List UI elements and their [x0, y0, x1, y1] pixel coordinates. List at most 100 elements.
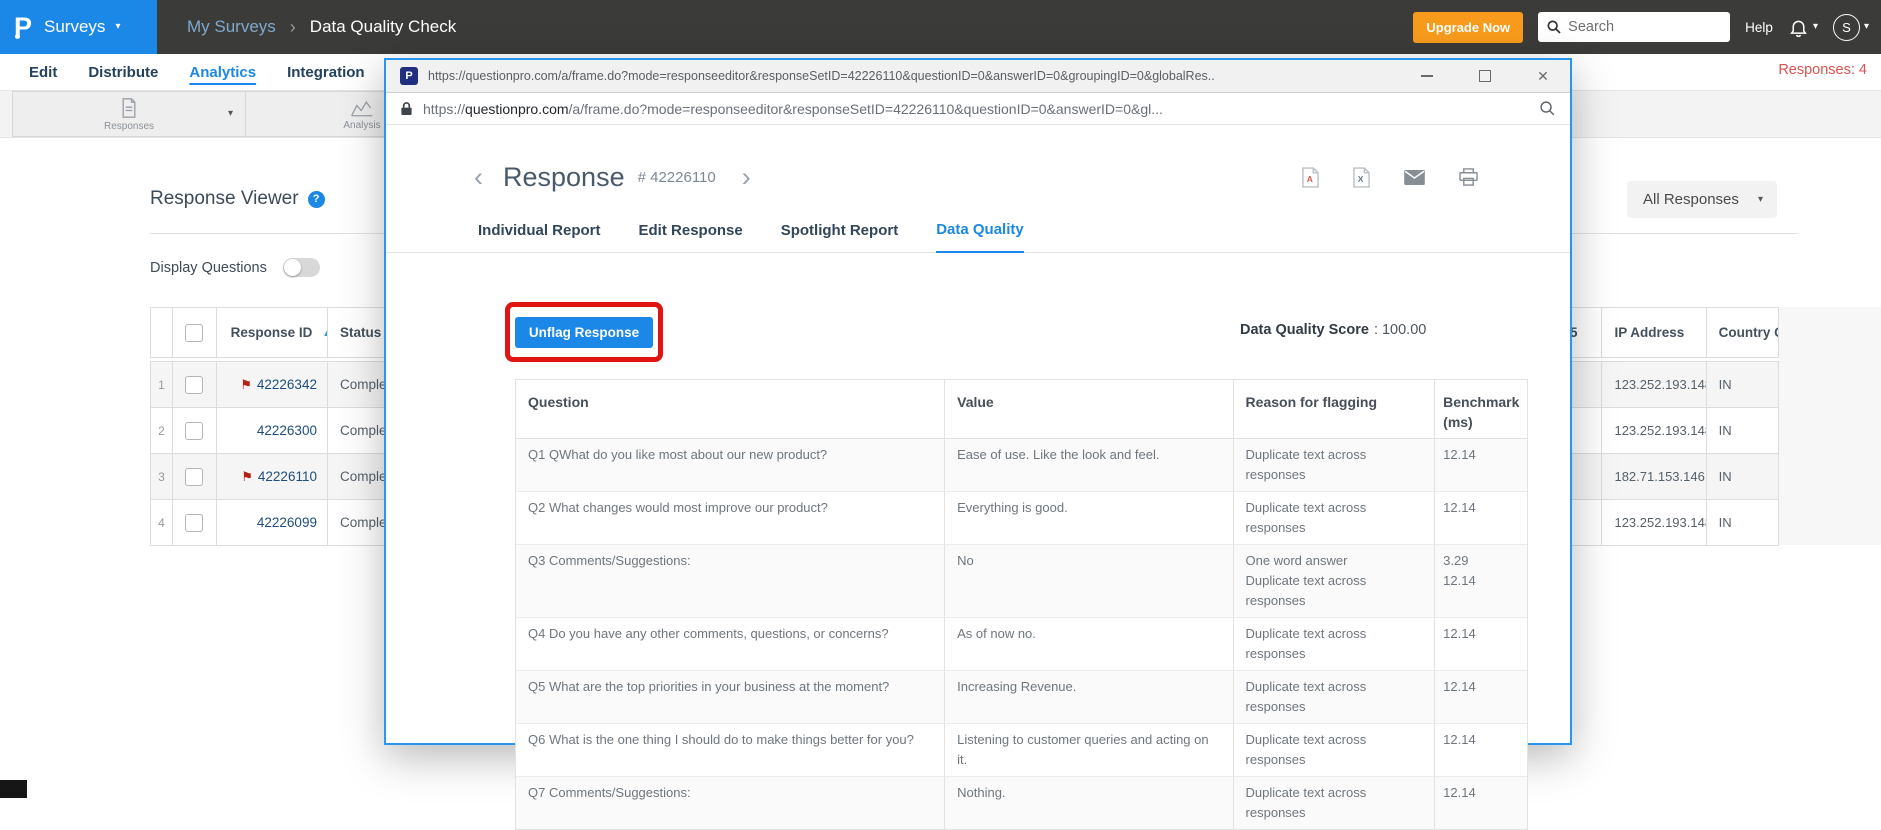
reason-line: Duplicate text across responses [1245, 732, 1367, 767]
chevron-down-icon: ▾ [115, 21, 121, 32]
unflag-response-button[interactable]: Unflag Response [514, 316, 654, 348]
response-id-link[interactable]: 42226110 [258, 469, 317, 484]
search-input[interactable] [1538, 12, 1731, 42]
benchmark-line: 12.14 [1443, 447, 1476, 462]
data-quality-score-value: : 100.00 [1373, 322, 1427, 338]
avatar: S [1832, 13, 1860, 41]
chevron-down-icon: ▾ [1812, 21, 1818, 32]
benchmark-line: 12.14 [1443, 626, 1476, 641]
account-menu[interactable]: S ▾ [1832, 13, 1869, 41]
next-response-icon[interactable]: › [742, 163, 751, 191]
chevron-down-icon: ▾ [227, 108, 233, 119]
svg-text:X: X [1358, 174, 1364, 184]
country-code-header[interactable]: Country Co [1707, 308, 1778, 357]
ip-address-cell: 182.71.153.146 [1602, 454, 1707, 499]
toolbar-responses-button[interactable]: Responses ▾ [12, 91, 246, 137]
email-icon[interactable] [1404, 169, 1425, 185]
select-all-cell [173, 308, 217, 357]
analysis-chart-icon [351, 100, 373, 116]
print-icon[interactable] [1459, 168, 1478, 186]
question-cell: Q7 Comments/Suggestions: [516, 777, 946, 829]
tab-edit-response[interactable]: Edit Response [639, 222, 743, 252]
tab-analytics[interactable]: Analytics [189, 64, 256, 81]
row-checkbox[interactable] [185, 421, 204, 440]
response-id-header[interactable]: Response ID ▲ [217, 308, 328, 357]
reason-cell: Duplicate text across responses [1234, 671, 1436, 723]
response-id-cell: 42226300 [217, 408, 328, 453]
ip-address-cell: 123.252.193.148 [1602, 500, 1707, 545]
ip-address-header[interactable]: IP Address [1602, 308, 1707, 357]
export-excel-icon[interactable]: X [1353, 166, 1370, 188]
country-code-cell: IN [1718, 469, 1732, 484]
row-checkbox[interactable] [185, 467, 204, 486]
breadcrumb-current-page: Data Quality Check [309, 17, 457, 36]
data-quality-row: Q1 QWhat do you like most about our new … [516, 439, 1527, 492]
response-id-cell: ⚑ 42226342 [217, 362, 328, 407]
responses-count-label: Responses: 4 [1778, 62, 1867, 78]
checkbox-cell [173, 362, 217, 407]
reason-line: One word answer [1245, 553, 1348, 568]
checkbox-cell [173, 500, 217, 545]
value-cell: As of now no. [945, 618, 1234, 670]
reason-line: Duplicate text across responses [1245, 500, 1367, 535]
surveys-menu[interactable]: P Surveys ▾ [0, 0, 157, 54]
address-bar[interactable]: https://questionpro.com/a/frame.do?mode=… [386, 93, 1570, 125]
row-number: 2 [151, 408, 173, 453]
previous-response-icon[interactable]: ‹ [474, 163, 483, 191]
response-id-cell: ⚑ 42226110 [217, 454, 328, 499]
lock-icon [401, 102, 412, 115]
question-cell: Q5 What are the top priorities in your b… [516, 671, 946, 723]
help-badge-icon[interactable]: ? [307, 190, 325, 208]
row-checkbox[interactable] [185, 513, 204, 532]
close-icon[interactable]: ✕ [1536, 68, 1550, 84]
row-number: 1 [151, 362, 173, 407]
question-cell: Q6 What is the one thing I should do to … [516, 724, 946, 776]
screen-corner-strip [0, 780, 27, 798]
tab-spotlight-report[interactable]: Spotlight Report [781, 222, 898, 252]
response-id-link[interactable]: 42226300 [257, 423, 317, 438]
page-zoom-icon[interactable] [1539, 100, 1556, 117]
display-questions-label: Display Questions [150, 259, 267, 276]
data-quality-score-label: Data Quality Score [1240, 322, 1369, 338]
reason-line: Duplicate text across responses [1245, 679, 1367, 714]
benchmark-cell: 12.14 [1435, 671, 1527, 723]
tab-distribute[interactable]: Distribute [88, 64, 158, 81]
data-quality-table: Question Value Reason for flagging Bench… [515, 379, 1528, 830]
tab-data-quality[interactable]: Data Quality [936, 221, 1024, 253]
display-questions-toggle[interactable] [282, 258, 320, 277]
tab-edit[interactable]: Edit [29, 64, 57, 81]
benchmark-line: 12.14 [1443, 785, 1476, 800]
response-id-link[interactable]: 42226342 [257, 377, 317, 392]
tab-individual-report[interactable]: Individual Report [478, 222, 601, 252]
table-row-right: 123.252.193.148 IN [1546, 500, 1778, 546]
row-checkbox[interactable] [185, 375, 204, 394]
benchmark-cell: 12.14 [1435, 618, 1527, 670]
toggle-knob [283, 259, 301, 276]
data-quality-row: Q5 What are the top priorities in your b… [516, 671, 1527, 724]
maximize-icon[interactable] [1478, 69, 1492, 83]
value-cell: Ease of use. Like the look and feel. [945, 439, 1234, 491]
help-link[interactable]: Help [1745, 20, 1773, 35]
export-pdf-icon[interactable]: A [1302, 166, 1319, 188]
breadcrumb-separator-icon: › [289, 16, 296, 37]
select-all-checkbox[interactable] [185, 323, 204, 342]
table-row-right: 123.252.193.148 IN [1546, 408, 1778, 454]
tab-integration[interactable]: Integration [287, 64, 365, 81]
response-id-label: # 42226110 [637, 168, 716, 186]
table-side-panel [1779, 307, 1881, 545]
breadcrumb-my-surveys[interactable]: My Surveys [187, 17, 276, 37]
upgrade-now-button[interactable]: Upgrade Now [1413, 11, 1524, 43]
all-responses-dropdown[interactable]: All Responses ▾ [1627, 181, 1777, 218]
checkbox-cell [173, 454, 217, 499]
reason-line: Duplicate text across responses [1245, 785, 1367, 820]
responses-document-icon [122, 97, 136, 118]
ip-address-cell: 123.252.193.148 [1602, 362, 1707, 407]
response-id-link[interactable]: 42226099 [257, 515, 317, 530]
minimize-icon[interactable] [1420, 69, 1434, 83]
reason-cell: Duplicate text across responses [1234, 777, 1436, 829]
window-titlebar[interactable]: P https://questionpro.com/a/frame.do?mod… [386, 60, 1570, 93]
benchmark-line: 12.14 [1443, 500, 1476, 515]
notifications-menu[interactable]: ▾ [1788, 17, 1818, 38]
table-row-right: 182.71.153.146 IN [1546, 454, 1778, 500]
svg-text:A: A [1307, 174, 1313, 184]
